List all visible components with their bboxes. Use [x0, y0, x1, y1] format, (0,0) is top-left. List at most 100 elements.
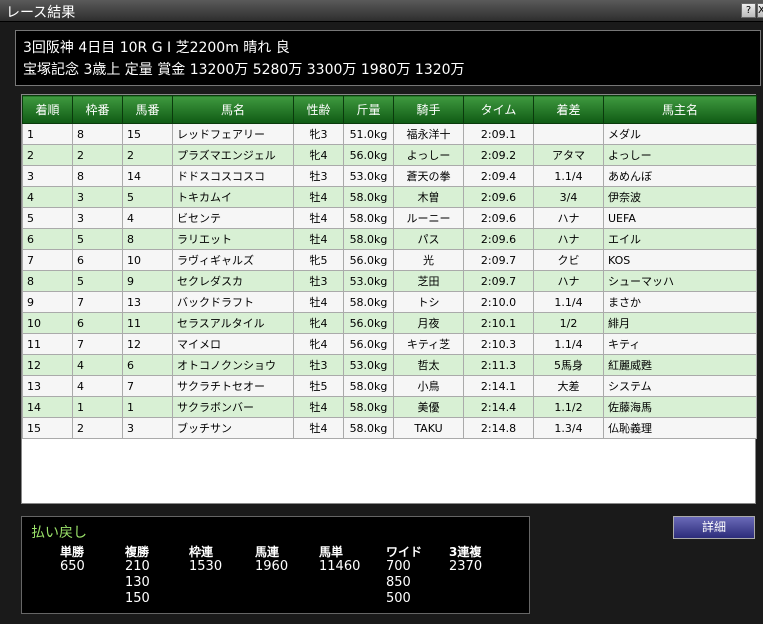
table-cell: 芝田	[393, 270, 464, 292]
table-cell: ルーニー	[393, 207, 464, 229]
table-cell: 15	[122, 123, 173, 145]
results-table-panel[interactable]: 着順 枠番 馬番 馬名 性齢 斤量 騎手 タイム 着差 馬主名 1 8 15 レッドフェアリー 牝3 51.…	[21, 94, 757, 504]
table-cell: 1	[122, 396, 173, 418]
payout-panel: 払い戻し 単勝 650 複勝 210 130 150 枠連 1530 馬連 1960 馬単 11460…	[21, 516, 530, 614]
table-row[interactable]: 7 6 10 ラヴィギャルズ 牝5 56.0kg 光 2:09.7 クビ KOS	[22, 249, 757, 271]
payout-column-label: 枠連	[189, 545, 214, 559]
table-cell: 蒼天の拳	[393, 165, 464, 187]
table-cell: 56.0kg	[343, 144, 394, 166]
table-row[interactable]: 15 2 3 ブッチサン 牡4 58.0kg TAKU 2:14.8 1.3/4 仏恥義理	[22, 417, 757, 439]
payout-column-label: 馬単	[319, 545, 344, 559]
table-cell: 牡3	[293, 165, 344, 187]
table-cell: 牡4	[293, 207, 344, 229]
table-row[interactable]: 1 8 15 レッドフェアリー 牝3 51.0kg 福永洋十 2:09.1 メダル	[22, 123, 757, 145]
column-header[interactable]: 斤量	[343, 95, 394, 124]
payout-column-label: 単勝	[60, 545, 85, 559]
table-row[interactable]: 4 3 5 トキカムイ 牡4 58.0kg 木曽 2:09.6 3/4 伊奈波	[22, 186, 757, 208]
table-cell: 13	[122, 291, 173, 313]
column-header[interactable]: 馬主名	[603, 95, 757, 124]
table-row[interactable]: 5 3 4 ビセンテ 牡4 58.0kg ルーニー 2:09.6 ハナ UEFA	[22, 207, 757, 229]
column-header[interactable]: タイム	[463, 95, 534, 124]
table-cell: 2:10.1	[463, 312, 534, 334]
table-cell: 6	[72, 249, 123, 271]
payout-column-label: 複勝	[125, 545, 150, 559]
window-body: 3回阪神 4日目 10R G I 芝2200m 晴れ 良 宝塚記念 3歳上 定量…	[0, 22, 763, 624]
help-button[interactable]: ?	[741, 3, 756, 18]
table-cell: UEFA	[603, 207, 757, 229]
payout-value: 1960	[255, 559, 289, 574]
column-header[interactable]: 性齢	[293, 95, 344, 124]
table-cell: 4	[122, 207, 173, 229]
column-header[interactable]: 騎手	[393, 95, 464, 124]
table-cell: あめんぼ	[603, 165, 757, 187]
payout-column: 枠連 1530	[189, 543, 259, 575]
table-cell: 9	[22, 291, 73, 313]
table-row[interactable]: 8 5 9 セクレダスカ 牡3 53.0kg 芝田 2:09.7 ハナ シューマッハ	[22, 270, 757, 292]
table-cell: 2:10.0	[463, 291, 534, 313]
table-row[interactable]: 3 8 14 ドドスコスコスコ 牡3 53.0kg 蒼天の拳 2:09.4 1.1/4 あめんぼ	[22, 165, 757, 187]
table-cell: 牝4	[293, 333, 344, 355]
table-cell: 10	[22, 312, 73, 334]
table-cell: ドドスコスコスコ	[172, 165, 294, 187]
payout-column: 3連複 2370	[449, 543, 519, 575]
close-button[interactable]: X	[757, 3, 763, 18]
table-cell: 6	[72, 312, 123, 334]
table-cell: 58.0kg	[343, 375, 394, 397]
payout-column: 複勝 210 130 150	[125, 543, 195, 607]
table-cell: よっしー	[603, 144, 757, 166]
table-row[interactable]: 9 7 13 バックドラフト 牡4 58.0kg トシ 2:10.0 1.1/4 まさか	[22, 291, 757, 313]
table-cell: 2:10.3	[463, 333, 534, 355]
table-cell: 2:09.1	[463, 123, 534, 145]
payout-value: 130	[125, 575, 150, 590]
table-row[interactable]: 12 4 6 オトコノクンショウ 牡3 53.0kg 哲太 2:11.3 5馬身 紅麗威甦	[22, 354, 757, 376]
table-row[interactable]: 10 6 11 セラスアルタイル 牝4 56.0kg 月夜 2:10.1 1/2 緋月	[22, 312, 757, 334]
table-cell: 1.1/4	[533, 291, 604, 313]
table-cell: 8	[72, 123, 123, 145]
table-cell: 58.0kg	[343, 186, 394, 208]
table-cell: 53.0kg	[343, 354, 394, 376]
table-cell: まさか	[603, 291, 757, 313]
table-cell: マイメロ	[172, 333, 294, 355]
payout-value: 150	[125, 591, 150, 606]
table-cell: 哲太	[393, 354, 464, 376]
table-cell: 光	[393, 249, 464, 271]
table-cell: サクラボンバー	[172, 396, 294, 418]
table-cell: 56.0kg	[343, 249, 394, 271]
table-cell: 2	[72, 144, 123, 166]
table-cell: 牡4	[293, 396, 344, 418]
column-header[interactable]: 馬名	[172, 95, 294, 124]
title-bar: レース結果 ? X	[0, 0, 763, 22]
results-header-row: 着順 枠番 馬番 馬名 性齢 斤量 騎手 タイム 着差 馬主名	[22, 95, 757, 124]
table-cell: 1	[72, 396, 123, 418]
table-cell: 牝4	[293, 144, 344, 166]
table-row[interactable]: 13 4 7 サクラチトセオー 牡5 58.0kg 小鳥 2:14.1 大差 システム	[22, 375, 757, 397]
table-cell: 仏恥義理	[603, 417, 757, 439]
table-cell: 3	[22, 165, 73, 187]
column-header[interactable]: 枠番	[72, 95, 123, 124]
table-cell: 6	[122, 354, 173, 376]
table-row[interactable]: 2 2 2 プラズマエンジェル 牝4 56.0kg よっしー 2:09.2 アタマ よっしー	[22, 144, 757, 166]
table-cell: 牝5	[293, 249, 344, 271]
table-cell: メダル	[603, 123, 757, 145]
table-cell: プラズマエンジェル	[172, 144, 294, 166]
table-cell: 8	[122, 228, 173, 250]
table-row[interactable]: 11 7 12 マイメロ 牝4 56.0kg キティ芝 2:10.3 1.1/4 キティ	[22, 333, 757, 355]
payout-value: 500	[386, 591, 411, 606]
detail-button[interactable]: 詳細	[673, 516, 755, 539]
table-cell: 月夜	[393, 312, 464, 334]
column-header[interactable]: 馬番	[122, 95, 173, 124]
table-cell: キティ芝	[393, 333, 464, 355]
table-cell: 53.0kg	[343, 165, 394, 187]
column-header[interactable]: 着順	[22, 95, 73, 124]
table-cell: レッドフェアリー	[172, 123, 294, 145]
table-cell: エイル	[603, 228, 757, 250]
table-cell: 58.0kg	[343, 417, 394, 439]
table-cell: 牝3	[293, 123, 344, 145]
table-cell: 美優	[393, 396, 464, 418]
table-row[interactable]: 14 1 1 サクラボンバー 牡4 58.0kg 美優 2:14.4 1.1/2 佐藤海馬	[22, 396, 757, 418]
race-info-line-1: 3回阪神 4日目 10R G I 芝2200m 晴れ 良	[23, 40, 290, 56]
table-row[interactable]: 6 5 8 ラリエット 牡4 58.0kg パス 2:09.6 ハナ エイル	[22, 228, 757, 250]
column-header[interactable]: 着差	[533, 95, 604, 124]
table-cell: 2:09.4	[463, 165, 534, 187]
payout-column-label: ワイド	[386, 545, 423, 559]
